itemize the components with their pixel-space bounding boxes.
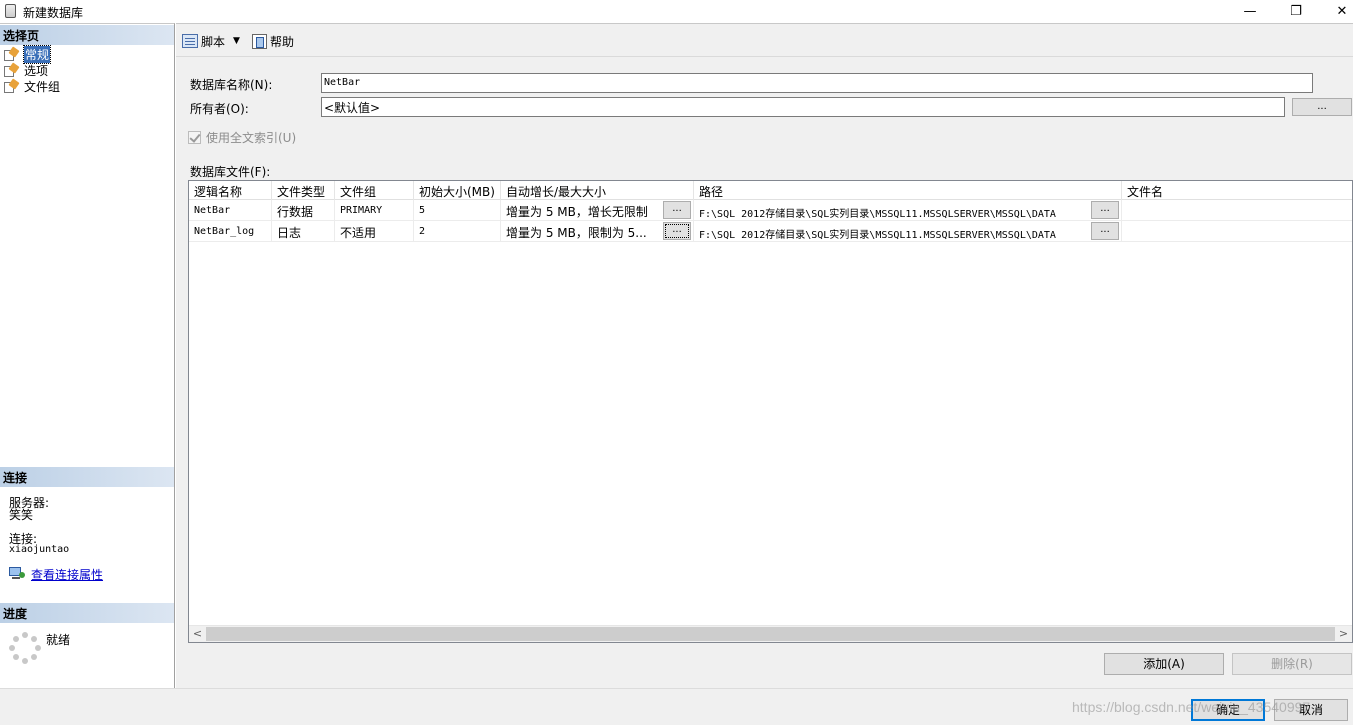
add-button[interactable]: 添加(A) [1104,653,1224,675]
path-browse-button[interactable]: ... [1091,222,1119,240]
fulltext-checkbox-row: 使用全文索引(U) [188,129,296,146]
cell-file-name[interactable] [1122,221,1352,242]
toolbar: 脚本 ▼ 帮助 [176,24,1353,57]
db-name-input[interactable]: NetBar [321,73,1313,93]
cell-path[interactable]: F:\SQL 2012存储目录\SQL实列目录\MSSQL11.MSSQLSER… [694,200,1122,221]
window-title: 新建数据库 [23,6,84,20]
help-button[interactable]: 帮助 [252,31,294,51]
cell-logical-name[interactable]: NetBar_log [189,221,272,242]
column-header-file-type[interactable]: 文件类型 [272,181,335,200]
cell-initial-size[interactable]: 5 [414,200,501,221]
table-row[interactable]: NetBar_log 日志 不适用 2 增量为 5 MB，限制为 5... ..… [189,221,1352,242]
remove-button[interactable]: 删除(R) [1232,653,1352,675]
page-item-label: 文件组 [24,79,61,94]
page-item-options[interactable]: 选项 [4,61,49,78]
minimize-button[interactable]: — [1227,0,1273,23]
fulltext-checkbox[interactable] [188,131,201,144]
horizontal-scrollbar[interactable]: < > [189,625,1352,642]
script-icon [182,34,198,48]
page-item-label: 选项 [24,63,49,78]
cell-file-type[interactable]: 日志 [272,221,335,242]
column-header-autogrowth[interactable]: 自动增长/最大大小 [501,181,694,200]
column-header-logical-name[interactable]: 逻辑名称 [189,181,272,200]
autogrowth-browse-button[interactable]: ... [663,222,691,240]
scrollbar-thumb[interactable] [206,627,1335,641]
column-header-initial-size[interactable]: 初始大小(MB) [414,181,501,200]
scroll-right-icon[interactable]: > [1335,626,1352,642]
db-files-label: 数据库文件(F): [190,165,271,179]
column-header-path[interactable]: 路径 [694,181,1122,200]
cell-file-type[interactable]: 行数据 [272,200,335,221]
owner-input[interactable]: <默认值> [321,97,1285,117]
progress-header: 进度 [0,603,174,623]
page-item-general[interactable]: 常规 [4,44,52,64]
autogrowth-text: 增量为 5 MB，增长无限制 [506,205,648,219]
page-item-label: 常规 [22,44,52,64]
scroll-left-icon[interactable]: < [189,626,206,642]
grid-header: 逻辑名称 文件类型 文件组 初始大小(MB) 自动增长/最大大小 路径 文件名 [189,181,1352,200]
page-item-filegroups[interactable]: 文件组 [4,77,61,94]
select-page-header: 选择页 [0,25,174,45]
page-wrench-icon [4,45,20,61]
db-files-grid[interactable]: 逻辑名称 文件类型 文件组 初始大小(MB) 自动增长/最大大小 路径 文件名 … [188,180,1353,643]
connection-properties-icon [9,567,25,581]
column-header-filegroup[interactable]: 文件组 [335,181,414,200]
page-wrench-icon [4,77,20,93]
title-bar: 新建数据库 — ❐ ✕ [0,0,1353,23]
column-header-file-name[interactable]: 文件名 [1122,181,1352,200]
main-panel: 脚本 ▼ 帮助 数据库名称(N): NetBar 所有者(O): <默认值> .… [176,23,1353,688]
script-label: 脚本 [201,34,226,49]
close-button[interactable]: ✕ [1319,0,1353,23]
owner-label: 所有者(O): [190,102,249,116]
dropdown-arrow-icon[interactable]: ▼ [233,36,240,46]
progress-status: 就绪 [46,633,71,647]
cell-initial-size[interactable]: 2 [414,221,501,242]
help-label: 帮助 [270,34,295,49]
table-row[interactable]: NetBar 行数据 PRIMARY 5 增量为 5 MB，增长无限制 ... … [189,200,1352,221]
cell-file-name[interactable] [1122,200,1352,221]
server-value: 笑笑 [9,508,34,522]
cell-filegroup[interactable]: 不适用 [335,221,414,242]
cell-logical-name[interactable]: NetBar [189,200,272,221]
view-connection-properties-link[interactable]: 查看连接属性 [31,566,103,583]
connection-value: xiaojuntao [9,544,70,555]
script-button[interactable]: 脚本 ▼ [182,31,240,51]
connection-header: 连接 [0,467,174,487]
autogrowth-browse-button[interactable]: ... [663,201,691,219]
path-browse-button[interactable]: ... [1091,201,1119,219]
db-name-label: 数据库名称(N): [190,78,273,92]
left-panel: 选择页 常规 选项 文件组 连接 服务器: 笑笑 连接: xiaojuntao … [0,23,175,688]
fulltext-label: 使用全文索引(U) [206,131,297,145]
watermark: https://blog.csdn.net/weixin_43540997 [1072,699,1311,715]
owner-browse-button[interactable]: ... [1292,98,1352,116]
progress-spinner-icon [9,632,41,664]
page-wrench-icon [4,61,20,77]
database-icon [5,4,16,18]
cell-path[interactable]: F:\SQL 2012存储目录\SQL实列目录\MSSQL11.MSSQLSER… [694,221,1122,242]
autogrowth-text: 增量为 5 MB，限制为 5... [506,226,647,240]
cell-filegroup[interactable]: PRIMARY [335,200,414,221]
maximize-button[interactable]: ❐ [1273,0,1319,23]
help-icon [252,33,267,49]
